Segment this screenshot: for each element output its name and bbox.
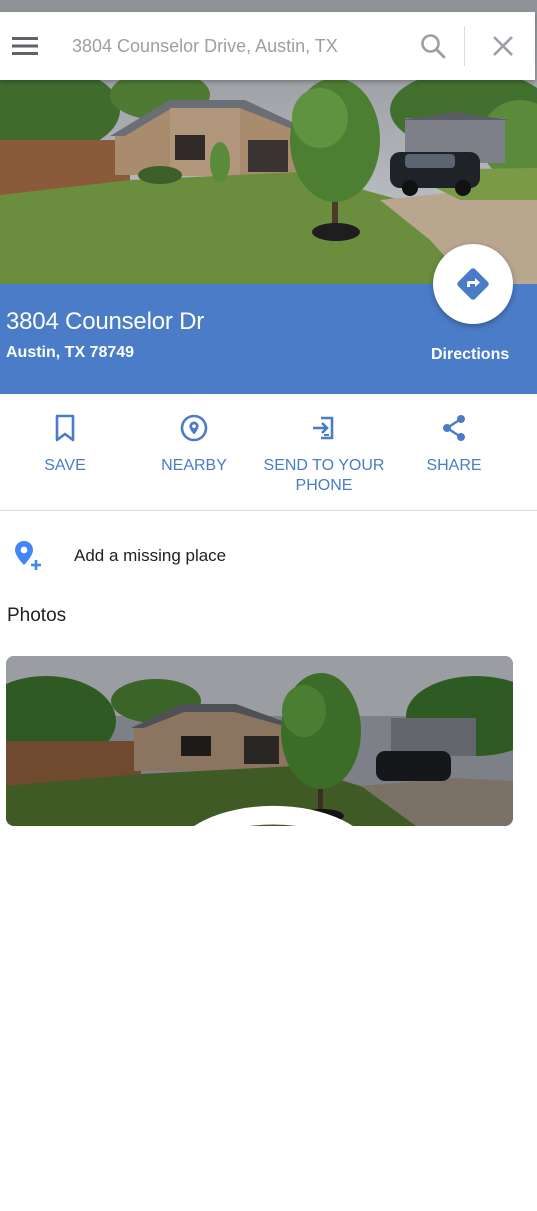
hamburger-menu-icon	[12, 37, 38, 55]
close-icon	[493, 36, 513, 56]
add-missing-place-label: Add a missing place	[74, 546, 227, 565]
add-place-icon-wrap	[8, 536, 48, 576]
add-location-icon	[15, 541, 41, 570]
360-view-icon	[194, 805, 353, 826]
share-icon	[443, 415, 465, 441]
save-label: SAVE	[44, 457, 86, 474]
action-row: SAVE NEARBY SEND TO YOUR PHONE SHARE	[0, 394, 537, 510]
share-button[interactable]: SHARE	[389, 412, 519, 476]
nearby-label: NEARBY	[161, 457, 227, 474]
search-divider	[464, 26, 465, 66]
menu-button[interactable]	[0, 12, 50, 80]
search-bar	[0, 12, 535, 80]
section-divider	[0, 510, 537, 511]
nearby-button[interactable]: NEARBY	[129, 412, 259, 476]
place-title: 3804 Counselor Dr	[6, 308, 205, 335]
save-button[interactable]: SAVE	[0, 412, 130, 476]
bookmark-icon	[55, 414, 75, 442]
directions-button[interactable]	[433, 244, 513, 324]
send-to-phone-label: SEND TO YOUR PHONE	[263, 457, 385, 494]
search-button[interactable]	[408, 12, 458, 80]
share-label: SHARE	[426, 457, 482, 474]
nearby-icon	[180, 414, 208, 442]
directions-icon	[457, 268, 489, 300]
directions-label[interactable]: Directions	[431, 346, 509, 364]
close-search-button[interactable]	[471, 12, 535, 80]
place-address: Austin, TX 78749	[6, 344, 135, 361]
photo-thumbnail[interactable]	[6, 656, 513, 826]
search-icon	[421, 34, 446, 59]
send-to-phone-icon	[313, 416, 334, 440]
add-missing-place-row[interactable]: Add a missing place	[0, 530, 537, 582]
search-input[interactable]	[72, 26, 408, 66]
photos-section-title: Photos	[7, 605, 67, 626]
send-to-phone-button[interactable]: SEND TO YOUR PHONE	[259, 412, 389, 496]
